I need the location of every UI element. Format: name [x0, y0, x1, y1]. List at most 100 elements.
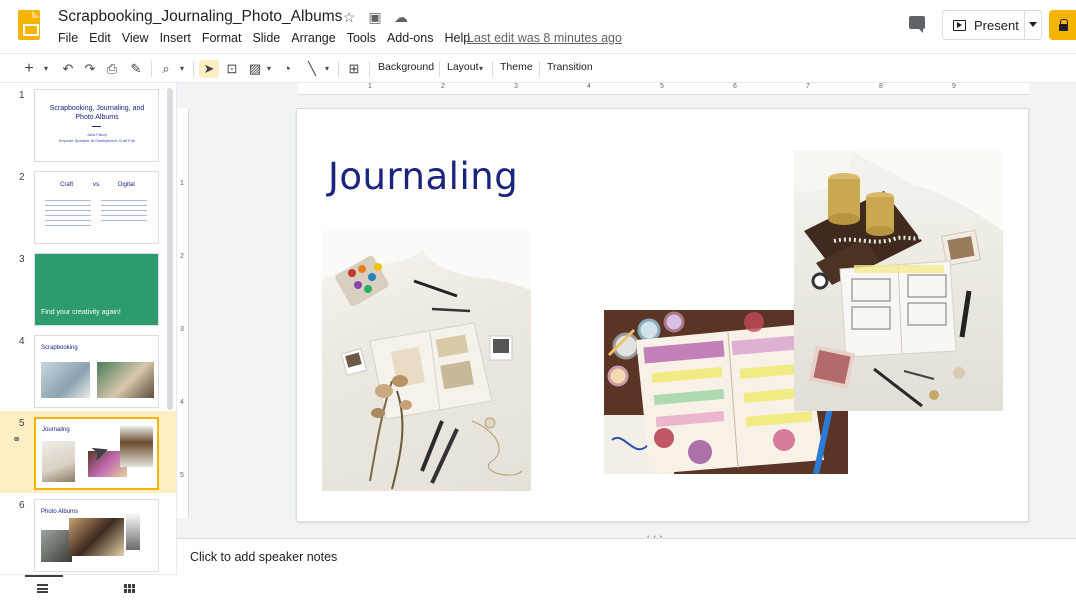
shape-icon[interactable]: ◔ — [278, 60, 296, 78]
slide-thumbnail-5[interactable]: 5 ⚭ Journaling ➤ — [0, 411, 176, 493]
menu-view[interactable]: View — [122, 31, 155, 45]
last-edit-link[interactable]: Last edit was 8 minutes ago — [467, 31, 622, 45]
zoom-dropdown-icon[interactable]: ▾ — [177, 60, 187, 78]
slides-app: Scrapbooking_Journaling_Photo_Albums ☆ ▣… — [0, 0, 1076, 604]
line-icon[interactable]: ╲ — [303, 60, 321, 78]
horizontal-ruler[interactable]: 1 2 3 4 5 6 7 8 9 — [298, 83, 1029, 95]
journal-flowers-illustration — [322, 231, 531, 490]
filmstrip-scrollbar[interactable] — [167, 88, 173, 410]
image-dropdown-icon[interactable]: ▾ — [264, 60, 274, 78]
notes-resize-handle[interactable]: • • • — [647, 534, 663, 541]
ruler-tick: 3 — [180, 326, 184, 333]
candles-journal-illustration — [794, 151, 1003, 408]
thumb-photo — [97, 362, 154, 398]
ruler-tick: 4 — [180, 399, 184, 406]
layout-dropdown-icon[interactable]: ▾ — [476, 60, 486, 78]
theme-button[interactable]: Theme — [500, 61, 533, 73]
image-icon[interactable]: ▨ — [246, 60, 264, 78]
thumb-subtitle: Keynote Speaker at Shelbyfield's Craft F… — [58, 138, 136, 143]
present-main-button[interactable]: Present — [943, 11, 1025, 39]
paint-format-icon[interactable]: ✎ — [128, 60, 144, 78]
ruler-tick: 2 — [180, 253, 184, 260]
toolbar-divider — [439, 61, 440, 77]
document-title[interactable]: Scrapbooking_Journaling_Photo_Albums — [58, 8, 342, 26]
slide-preview[interactable]: Scrapbooking — [34, 335, 159, 408]
ruler-tick: 4 — [587, 83, 591, 90]
toolbar-divider — [369, 61, 370, 77]
slide-canvas[interactable]: Journaling — [297, 109, 1028, 521]
toolbar-divider — [338, 61, 339, 77]
background-button[interactable]: Background — [378, 61, 434, 73]
slide-title[interactable]: Journaling — [328, 155, 518, 198]
comment-history-icon[interactable] — [906, 13, 928, 35]
speaker-notes-placeholder[interactable]: Click to add speaker notes — [190, 550, 337, 564]
slide-thumbnail-1[interactable]: 1 Scrapbooking, Journaling, and Photo Al… — [0, 83, 170, 165]
add-comment-icon[interactable]: ⊞ — [345, 60, 363, 78]
candles-bullet-journal-photo[interactable] — [794, 151, 1003, 411]
slide-preview[interactable]: Craft vs. Digital — [34, 171, 159, 244]
slide-thumbnail-4[interactable]: 4 Scrapbooking — [0, 329, 170, 411]
menu-addons[interactable]: Add-ons — [387, 31, 440, 45]
menu-tools[interactable]: Tools — [347, 31, 382, 45]
thumb-bullets-right — [101, 198, 147, 222]
menu-arrange[interactable]: Arrange — [291, 31, 341, 45]
ruler-tick: 5 — [180, 472, 184, 479]
menu-edit[interactable]: Edit — [89, 31, 117, 45]
slide-number: 4 — [19, 336, 25, 347]
journal-flowers-photo[interactable] — [322, 231, 531, 491]
slide-thumbnail-3[interactable]: 3 Find your creativity again! — [0, 247, 170, 329]
filmstrip-view-switcher — [0, 574, 177, 604]
thumb-bullets-left — [45, 198, 91, 226]
slide-preview[interactable]: Photo Albums — [34, 499, 159, 572]
thumb-photo — [42, 441, 75, 482]
ruler-tick: 7 — [806, 83, 810, 90]
cloud-status-icon[interactable]: ☁ — [393, 9, 409, 25]
line-dropdown-icon[interactable]: ▾ — [322, 60, 332, 78]
redo-icon[interactable]: ↷ — [82, 60, 98, 78]
undo-icon[interactable]: ↶ — [60, 60, 76, 78]
link-icon[interactable]: ⚭ — [12, 433, 21, 446]
slide-editor: 1 2 3 4 5 6 7 8 9 1 2 3 4 5 Journaling — [177, 83, 1076, 538]
menu-slide[interactable]: Slide — [252, 31, 286, 45]
present-dropdown-icon[interactable] — [1029, 22, 1037, 27]
slide-thumbnail-2[interactable]: 2 Craft vs. Digital — [0, 165, 170, 247]
transition-button[interactable]: Transition — [547, 61, 593, 73]
share-lock-button[interactable] — [1049, 10, 1076, 40]
toolbar-divider — [151, 61, 152, 77]
menu-format[interactable]: Format — [202, 31, 248, 45]
new-slide-dropdown-icon[interactable]: ▾ — [40, 60, 52, 78]
ruler-tick: 2 — [441, 83, 445, 90]
star-icon[interactable]: ☆ — [341, 9, 357, 25]
toolbar: + ▾ ↶ ↷ ⎙ ✎ ⌕ ▾ ➤ ⊡ ▨ ▾ ◔ ╲ ▾ ⊞ Backgrou… — [0, 53, 1076, 83]
select-cursor-icon[interactable]: ➤ — [199, 60, 219, 78]
vertical-ruler[interactable]: 1 2 3 4 5 — [177, 108, 189, 518]
present-icon — [953, 19, 966, 31]
new-slide-icon[interactable]: + — [22, 60, 36, 78]
menu-file[interactable]: File — [58, 31, 84, 45]
zoom-icon[interactable]: ⌕ — [158, 60, 174, 78]
move-folder-icon[interactable]: ▣ — [367, 9, 383, 25]
slides-logo-icon[interactable] — [18, 10, 40, 40]
slide-number: 1 — [19, 90, 25, 101]
slide-number: 3 — [19, 254, 25, 265]
thumb-vs: vs. — [93, 182, 101, 188]
menu-insert[interactable]: Insert — [160, 31, 197, 45]
thumb-title: Journaling — [42, 427, 70, 433]
slide-preview[interactable]: Find your creativity again! — [34, 253, 159, 326]
thumb-title: Scrapbooking — [41, 345, 78, 351]
present-button[interactable]: Present — [942, 10, 1042, 40]
filmstrip-view-icon[interactable] — [37, 584, 48, 593]
print-icon[interactable]: ⎙ — [104, 60, 120, 78]
thumb-photo — [41, 530, 72, 562]
layout-button[interactable]: Layout — [447, 61, 479, 73]
slide-preview[interactable]: Scrapbooking, Journaling, and Photo Albu… — [34, 89, 159, 162]
header: Scrapbooking_Journaling_Photo_Albums ☆ ▣… — [0, 0, 1076, 52]
text-box-icon[interactable]: ⊡ — [223, 60, 241, 78]
toolbar-divider — [193, 61, 194, 77]
slide-thumbnail-6[interactable]: 6 Photo Albums — [0, 493, 170, 574]
grid-view-icon[interactable] — [124, 584, 136, 594]
thumb-col2: Digital — [118, 182, 135, 188]
speaker-notes[interactable]: • • • Click to add speaker notes — [177, 534, 1076, 604]
title-icons: ☆ ▣ ☁ — [341, 9, 409, 25]
thumb-title: Scrapbooking, Journaling, and Photo Albu… — [49, 105, 145, 121]
